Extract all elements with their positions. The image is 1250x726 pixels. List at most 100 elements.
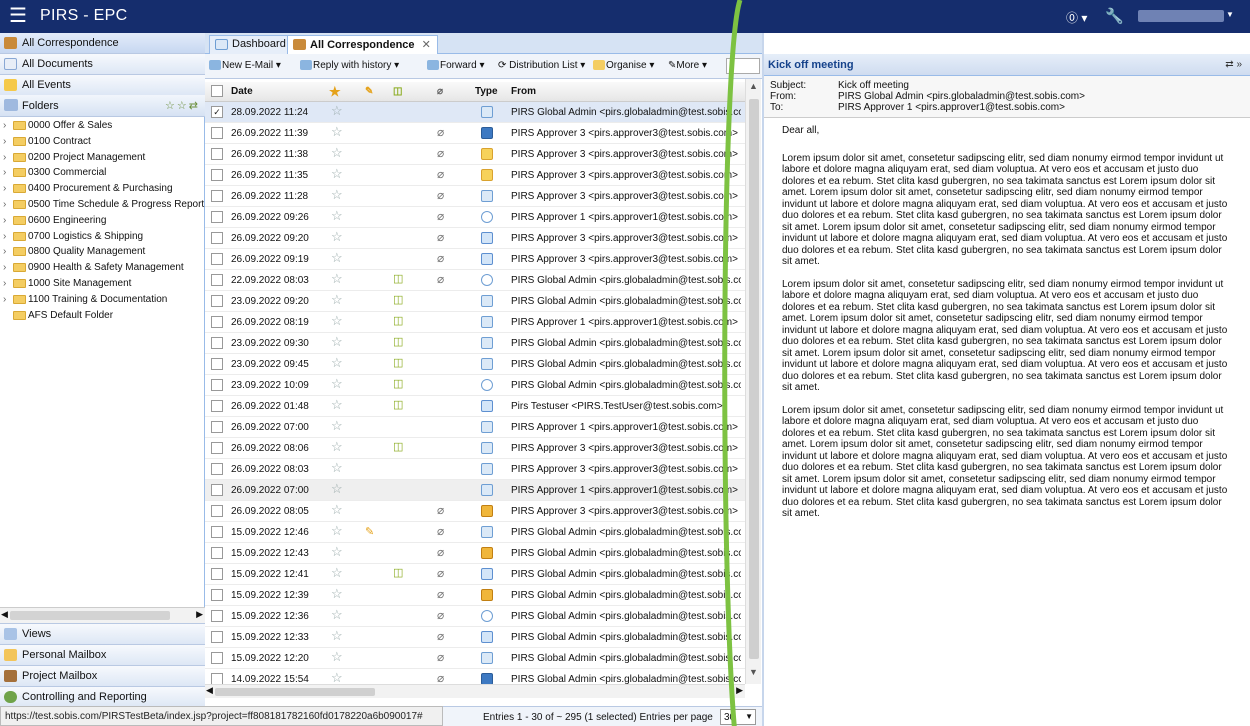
table-row[interactable]: 26.09.2022 07:00 ☆ PIRS Approver 1 <pirs.a… [205, 417, 745, 438]
star-icon[interactable]: ☆ [331, 335, 343, 349]
column-comment-icon[interactable]: ◫ [393, 86, 402, 97]
star-icon[interactable]: ☆ [331, 167, 343, 181]
chevron-right-icon[interactable]: › [3, 118, 6, 133]
row-checkbox[interactable] [211, 169, 223, 181]
row-checkbox[interactable] [211, 484, 223, 496]
folder-tree-item[interactable]: › 0300 Commercial [0, 165, 106, 181]
row-checkbox[interactable] [211, 589, 223, 601]
star-icon[interactable]: ☆ [331, 440, 343, 454]
quick-search-input[interactable] [726, 58, 760, 74]
grid-vertical-scrollbar[interactable]: ▲ ▼ [745, 79, 761, 684]
table-row[interactable]: 26.09.2022 11:39 ☆ ⌀ PIRS Approver 3 <pirs.… [205, 123, 745, 144]
row-checkbox[interactable] [211, 610, 223, 622]
table-row[interactable]: 14.09.2022 15:54 ☆ ⌀ PIRS Global Admin <pir… [205, 669, 745, 684]
star-icon[interactable]: ☆ [331, 650, 343, 664]
chevron-right-icon[interactable]: › [3, 213, 6, 228]
new-email-button[interactable]: New E-Mail ▾ [209, 60, 281, 71]
organise-button[interactable]: Organise ▾ [593, 60, 654, 71]
table-row[interactable]: 26.09.2022 09:19 ☆ ⌀ PIRS Approver 3 <pirs.… [205, 249, 745, 270]
star-icon[interactable]: ☆ [331, 251, 343, 265]
star-icon[interactable]: ☆ [331, 125, 343, 139]
row-checkbox[interactable] [211, 127, 223, 139]
forward-button[interactable]: Forward ▾ [427, 60, 485, 71]
row-checkbox[interactable] [211, 526, 223, 538]
table-row[interactable]: 26.09.2022 09:20 ☆ ⌀ PIRS Approver 3 <pirs.… [205, 228, 745, 249]
nav-all-documents[interactable]: All Documents [0, 54, 205, 75]
row-checkbox[interactable] [211, 631, 223, 643]
folder-tree-item[interactable]: › 1100 Training & Documentation [0, 292, 167, 308]
reply-with-history-button[interactable]: Reply with history ▾ [300, 60, 399, 71]
chevron-right-icon[interactable]: › [3, 197, 6, 212]
nav-all-events[interactable]: All Events [0, 75, 205, 96]
table-row[interactable]: 15.09.2022 12:20 ☆ ⌀ PIRS Global Admin <pir… [205, 648, 745, 669]
table-row[interactable]: 26.09.2022 08:05 ☆ ⌀ PIRS Approver 3 <pirs.… [205, 501, 745, 522]
row-checkbox[interactable] [211, 337, 223, 349]
table-row[interactable]: 15.09.2022 12:46 ☆ ✎ ⌀ PIRS Global Admin <pi… [205, 522, 745, 543]
table-row[interactable]: 26.09.2022 11:35 ☆ ⌀ PIRS Approver 3 <pirs.… [205, 165, 745, 186]
folder-tree-item[interactable]: › 0100 Contract [0, 134, 91, 150]
table-row[interactable]: 26.09.2022 08:19 ☆ ◫ PIRS Approver 1 <pirs.… [205, 312, 745, 333]
menu-icon[interactable]: ☰ [9, 5, 27, 27]
user-name-blurred[interactable] [1138, 10, 1224, 22]
star-icon[interactable]: ☆ [331, 293, 343, 307]
star-icon[interactable]: ☆ [331, 377, 343, 391]
nav-views[interactable]: Views [0, 623, 205, 644]
distribution-list-button[interactable]: ⟳ Distribution List ▾ [498, 60, 585, 71]
chevron-right-icon[interactable]: › [3, 165, 6, 180]
folder-tree-item[interactable]: › 0600 Engineering [0, 213, 106, 229]
scroll-thumb[interactable] [215, 688, 375, 696]
folder-tree-item[interactable]: › 0900 Health & Safety Management [0, 260, 184, 276]
star-icon[interactable]: ☆ [331, 524, 343, 538]
row-checkbox[interactable] [211, 274, 223, 286]
column-star-icon[interactable]: ★ [329, 84, 341, 100]
table-row[interactable]: 26.09.2022 09:26 ☆ ⌀ PIRS Approver 1 <pirs.… [205, 207, 745, 228]
chevron-right-icon[interactable]: › [3, 229, 6, 244]
table-row[interactable]: 23.09.2022 10:09 ☆ ◫ PIRS Global Admin <pir… [205, 375, 745, 396]
row-checkbox[interactable] [211, 232, 223, 244]
tab-dashboard[interactable]: Dashboard [209, 35, 293, 54]
table-row[interactable]: 15.09.2022 12:39 ☆ ⌀ PIRS Global Admin <pir… [205, 585, 745, 606]
scroll-left-icon[interactable]: ◀ [1, 609, 8, 620]
star-icon[interactable]: ☆ [331, 545, 343, 559]
table-row[interactable]: 23.09.2022 09:45 ☆ ◫ PIRS Global Admin <pir… [205, 354, 745, 375]
row-checkbox[interactable] [211, 211, 223, 223]
star-icon[interactable]: ☆ [331, 629, 343, 643]
row-checkbox[interactable] [211, 421, 223, 433]
entries-per-page-select[interactable]: 30 ▼ [720, 709, 756, 725]
row-checkbox[interactable] [211, 253, 223, 265]
more-button[interactable]: ✎More ▾ [668, 60, 707, 71]
table-row[interactable]: 15.09.2022 12:41 ☆ ◫ ⌀ PIRS Global Admin <pi… [205, 564, 745, 585]
chevron-right-icon[interactable]: › [3, 244, 6, 259]
star-icon[interactable]: ☆ [331, 566, 343, 580]
star-icon[interactable]: ☆ [331, 230, 343, 244]
column-pen-icon[interactable]: ✎ [365, 86, 373, 97]
chevron-right-icon[interactable]: › [3, 181, 6, 196]
folder-tree-item[interactable]: › 1000 Site Management [0, 276, 131, 292]
star-icon[interactable]: ☆ [331, 104, 343, 118]
row-checkbox[interactable]: ✓ [211, 106, 223, 118]
scroll-left-icon[interactable]: ◀ [206, 685, 213, 696]
star-icon[interactable]: ☆ [331, 671, 343, 685]
column-from[interactable]: From [511, 86, 536, 97]
chevron-right-icon[interactable]: › [3, 134, 6, 149]
row-checkbox[interactable] [211, 358, 223, 370]
chevron-down-icon[interactable]: ▼ [1226, 10, 1234, 19]
star-icon[interactable]: ☆ [331, 188, 343, 202]
table-row[interactable]: 26.09.2022 01:48 ☆ ◫ Pirs Testuser <PIRS.Te… [205, 396, 745, 417]
star-icon[interactable]: ☆ [331, 398, 343, 412]
help-menu[interactable]: ⓪ ▾ [1066, 9, 1087, 26]
nav-personal-mailbox[interactable]: Personal Mailbox [0, 644, 205, 665]
star-icon[interactable]: ☆ [331, 461, 343, 475]
folder-tree-item[interactable]: › 0700 Logistics & Shipping [0, 229, 143, 245]
nav-all-correspondence[interactable]: All Correspondence [0, 33, 205, 54]
row-checkbox[interactable] [211, 400, 223, 412]
column-date[interactable]: Date [231, 86, 253, 97]
folder-tree-item[interactable]: › 0400 Procurement & Purchasing [0, 181, 173, 197]
table-row[interactable]: 15.09.2022 12:36 ☆ ⌀ PIRS Global Admin <pir… [205, 606, 745, 627]
select-all-checkbox[interactable] [211, 85, 223, 97]
folder-tree-item[interactable]: › 0800 Quality Management [0, 244, 145, 260]
scroll-thumb[interactable] [10, 611, 170, 620]
row-checkbox[interactable] [211, 505, 223, 517]
table-row[interactable]: 26.09.2022 11:38 ☆ ⌀ PIRS Approver 3 <pirs.… [205, 144, 745, 165]
table-row[interactable]: ✓ 28.09.2022 11:24 ☆ PIRS Global Admin <pir… [205, 102, 745, 123]
